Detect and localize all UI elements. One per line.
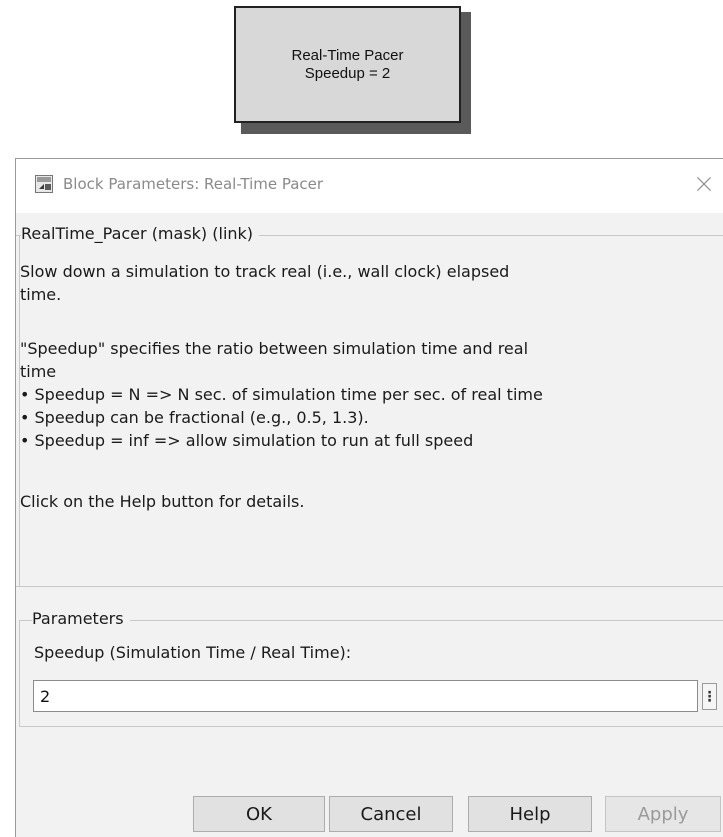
description-line: Slow down a simulation to track real (i.…: [20, 262, 510, 281]
cancel-button[interactable]: Cancel: [329, 796, 453, 832]
description-line: "Speedup" specifies the ratio between si…: [20, 339, 529, 358]
description-line: • Speedup = N => N sec. of simulation ti…: [20, 385, 543, 404]
description-line: time.: [20, 285, 62, 304]
ok-button[interactable]: OK: [193, 796, 325, 832]
help-button[interactable]: Help: [468, 796, 592, 832]
close-icon[interactable]: [696, 176, 712, 192]
parameters-group-left-line: [19, 620, 20, 726]
speedup-input[interactable]: [33, 680, 698, 712]
block-name-label: Real-Time Pacer: [291, 46, 404, 64]
block-speedup-label: Speedup = 2: [304, 64, 391, 82]
screen: Real-Time Pacer Speedup = 2 Block Parame…: [0, 0, 723, 837]
apply-button[interactable]: Apply: [605, 796, 721, 832]
more-options-button[interactable]: ⋮: [702, 683, 717, 710]
description-line: Click on the Help button for details.: [20, 492, 305, 511]
dialog-title: Block Parameters: Real-Time Pacer: [63, 175, 324, 193]
description-line: [20, 452, 710, 475]
simulink-block-icon: [35, 175, 53, 193]
description-line: • Speedup = inf => allow simulation to r…: [20, 431, 474, 450]
mask-group-bottom-line: [16, 586, 723, 587]
parameters-group-label: Parameters: [32, 609, 130, 628]
description-line: time: [20, 362, 57, 381]
parameters-group-bottom-line: [19, 726, 723, 727]
speedup-label: Speedup (Simulation Time / Real Time):: [34, 643, 352, 662]
block-parameters-dialog: Block Parameters: Real-Time Pacer RealTi…: [15, 158, 723, 837]
description-line: • Speedup can be fractional (e.g., 0.5, …: [20, 408, 369, 427]
dialog-titlebar[interactable]: Block Parameters: Real-Time Pacer: [16, 159, 723, 213]
description-line: [20, 306, 710, 329]
mask-description: Slow down a simulation to track real (i.…: [20, 260, 710, 513]
real-time-pacer-block[interactable]: Real-Time Pacer Speedup = 2: [234, 6, 461, 123]
mask-group-label: RealTime_Pacer (mask) (link): [21, 224, 260, 243]
